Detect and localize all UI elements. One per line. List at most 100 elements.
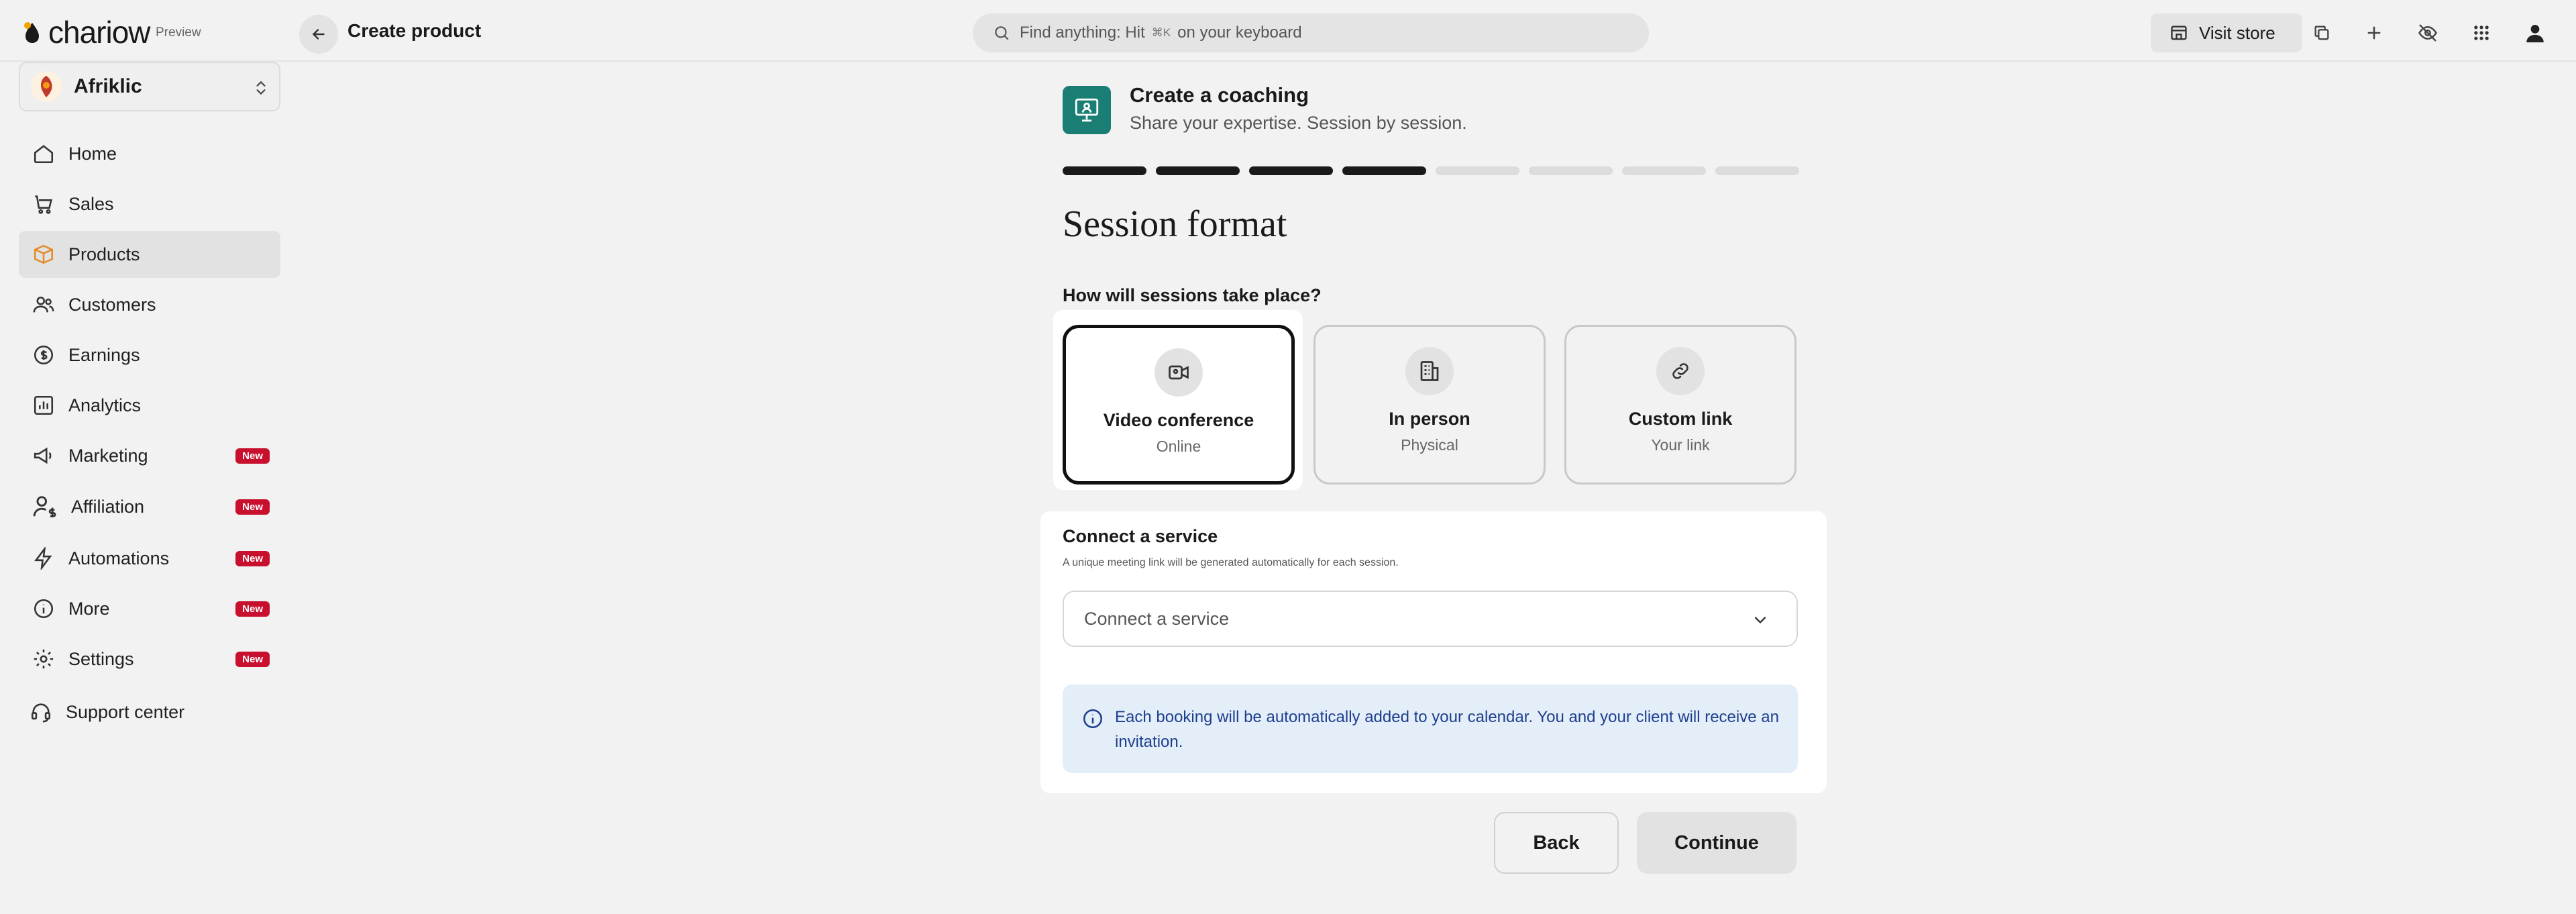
- bolt-icon: [34, 547, 52, 570]
- sidebar-item-label: More: [68, 598, 110, 619]
- sidebar-item-label: Affiliation: [71, 496, 145, 517]
- top-bar: chariow Preview Create product Find anyt…: [0, 0, 2576, 62]
- logo-icon: [24, 22, 39, 43]
- copy-icon: [2314, 26, 2329, 40]
- sidebar-item-label: Automations: [68, 548, 170, 568]
- progress-step: [1156, 166, 1240, 175]
- sidebar-item-label: Customers: [68, 294, 156, 315]
- chevron-updown-icon: [256, 81, 266, 95]
- product-type-title: Create a coaching: [1130, 83, 1309, 107]
- sidebar-item-support[interactable]: Support center: [19, 689, 280, 735]
- option-icon-wrap: [1405, 347, 1454, 395]
- sidebar-item-settings[interactable]: Settings New: [19, 636, 280, 682]
- connect-service-card: Connect a service A unique meeting link …: [1040, 511, 1827, 793]
- sidebar-item-sales[interactable]: Sales: [19, 181, 280, 227]
- video-icon: [1169, 365, 1189, 380]
- presentation-icon: [1075, 98, 1099, 122]
- back-arrow-button[interactable]: [299, 15, 338, 54]
- option-title: Custom link: [1628, 409, 1733, 429]
- sidebar-item-label: Settings: [68, 648, 134, 669]
- option-subtitle: Your link: [1651, 436, 1710, 454]
- visit-store-button[interactable]: Visit store: [2151, 13, 2302, 52]
- option-title: In person: [1389, 409, 1470, 429]
- sidebar-item-analytics[interactable]: Analytics: [19, 382, 280, 429]
- info-banner: Each booking will be automatically added…: [1063, 684, 1798, 773]
- option-subtitle: Online: [1156, 438, 1201, 455]
- search-bar[interactable]: Find anything: Hit ⌘K on your keyboard: [973, 13, 1649, 52]
- section-heading: Session format: [1063, 203, 1287, 245]
- connect-service-select[interactable]: Connect a service: [1063, 591, 1798, 647]
- new-badge: New: [235, 601, 270, 617]
- sidebar-item-affiliation[interactable]: Affiliation New: [19, 483, 280, 530]
- sidebar-item-marketing[interactable]: Marketing New: [19, 432, 280, 479]
- option-in-person[interactable]: In person Physical: [1313, 325, 1546, 485]
- connect-subtitle: A unique meeting link will be generated …: [1063, 557, 1399, 568]
- store-switcher[interactable]: Afriklic: [19, 62, 280, 111]
- progress-step: [1529, 166, 1613, 175]
- eye-off-icon: [2418, 24, 2437, 42]
- progress-step: [1715, 166, 1799, 175]
- store-logo-icon: [41, 76, 52, 97]
- sidebar-item-label: Analytics: [68, 395, 142, 415]
- hide-balance-button[interactable]: [2411, 16, 2445, 50]
- plus-icon: [2367, 26, 2381, 40]
- continue-button[interactable]: Continue: [1637, 812, 1796, 874]
- link-icon: [1672, 363, 1688, 379]
- chevron-down-icon: [1754, 617, 1766, 624]
- store-name: Afriklic: [74, 75, 142, 97]
- profile-button[interactable]: [2518, 16, 2552, 50]
- search-prefix: Find anything: Hit: [1020, 23, 1145, 42]
- format-question: How will sessions take place?: [1063, 285, 1322, 305]
- logo-text: chariow: [48, 15, 151, 50]
- user-dollar-icon: [33, 496, 56, 517]
- search-icon: [995, 26, 1009, 40]
- option-custom-link[interactable]: Custom link Your link: [1564, 325, 1796, 485]
- coins-icon: [34, 345, 54, 365]
- new-badge: New: [235, 551, 270, 566]
- headset-icon: [31, 703, 51, 723]
- search-suffix: on your keyboard: [1177, 23, 1302, 42]
- add-button[interactable]: [2357, 16, 2391, 50]
- new-badge: New: [235, 652, 270, 667]
- sidebar-item-more[interactable]: More New: [19, 585, 280, 632]
- sidebar-item-label: Earnings: [68, 344, 140, 365]
- chart-icon: [34, 395, 54, 415]
- cart-icon: [35, 195, 52, 214]
- sidebar-item-label: Support center: [66, 701, 185, 722]
- building-icon: [1420, 361, 1439, 381]
- gear-icon: [34, 649, 54, 669]
- megaphone-icon: [34, 447, 52, 464]
- coaching-icon-tile: [1063, 86, 1111, 134]
- sidebar-item-automations[interactable]: Automations New: [19, 535, 280, 582]
- select-placeholder: Connect a service: [1084, 608, 1230, 629]
- apps-button[interactable]: [2465, 16, 2498, 50]
- option-video-conference[interactable]: Video conference Online: [1063, 325, 1295, 485]
- store-avatar: [31, 71, 62, 102]
- progress-step: [1622, 166, 1706, 175]
- sidebar-item-home[interactable]: Home: [19, 130, 280, 177]
- visit-store-label: Visit store: [2199, 22, 2275, 43]
- progress-step: [1342, 166, 1426, 175]
- sidebar: Afriklic Home Sales Products Customers E…: [0, 62, 301, 914]
- back-button[interactable]: Back: [1494, 812, 1619, 874]
- arrow-left-icon: [312, 29, 325, 40]
- sidebar-item-customers[interactable]: Customers: [19, 281, 280, 328]
- connect-title: Connect a service: [1063, 526, 1218, 546]
- copy-button[interactable]: [2305, 16, 2339, 50]
- logo[interactable]: chariow: [19, 15, 151, 50]
- sidebar-item-label: Marketing: [68, 445, 148, 466]
- page-title: Create product: [347, 20, 482, 41]
- preview-label: Preview: [156, 26, 201, 40]
- users-icon: [33, 297, 54, 313]
- progress-step: [1436, 166, 1519, 175]
- sidebar-item-products[interactable]: Products: [19, 231, 280, 278]
- option-title: Video conference: [1103, 410, 1254, 430]
- option-icon-wrap: [1155, 348, 1203, 397]
- option-icon-wrap: [1656, 347, 1705, 395]
- search-shortcut: ⌘K: [1151, 26, 1171, 39]
- new-badge: New: [235, 499, 270, 515]
- box-icon: [34, 244, 54, 264]
- product-type-subtitle: Share your expertise. Session by session…: [1130, 113, 1467, 133]
- option-subtitle: Physical: [1401, 436, 1458, 454]
- sidebar-item-earnings[interactable]: Earnings: [19, 332, 280, 378]
